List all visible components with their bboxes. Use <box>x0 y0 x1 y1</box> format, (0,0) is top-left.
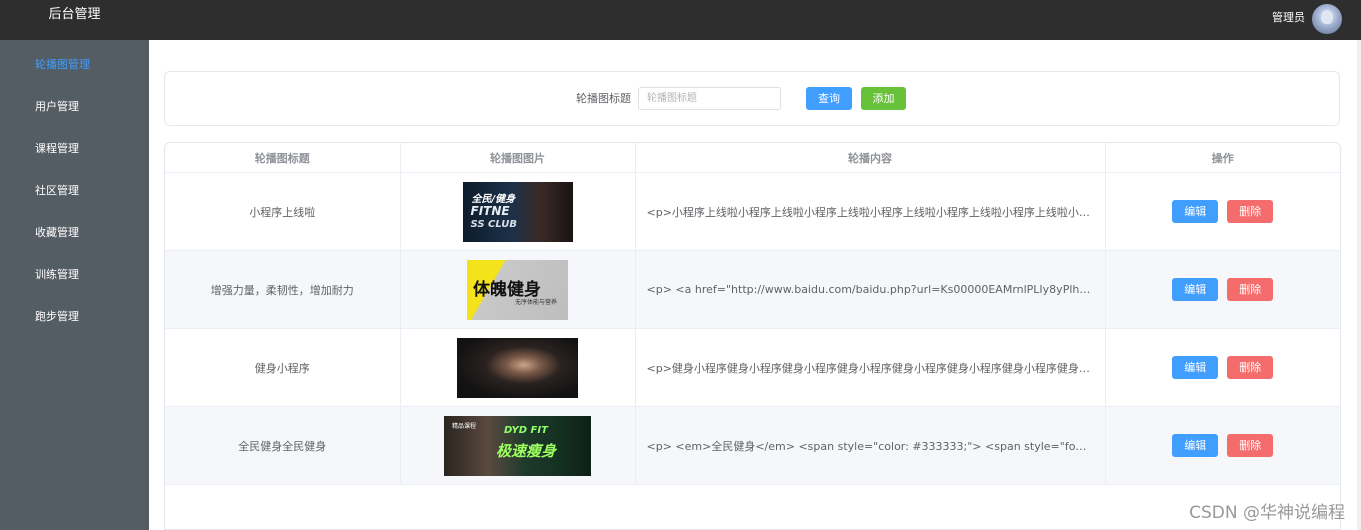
banner-image: 体魄健身 无序体能与营养 <box>467 259 568 320</box>
edit-button[interactable]: 编辑 <box>1172 356 1219 379</box>
table-header-row: 轮播图标题 轮播图图片 轮播内容 操作 <box>165 143 1340 173</box>
watermark: CSDN @华神说编程 <box>1189 503 1345 523</box>
query-button[interactable]: 查询 <box>806 87 852 110</box>
avatar[interactable] <box>1312 4 1342 34</box>
banner-image-text: 全民/健身 <box>471 193 516 205</box>
search-input[interactable] <box>638 87 781 110</box>
banner-table: 轮播图标题 轮播图图片 轮播内容 操作 小程序上线啦 全民/健身 FITNE S… <box>164 142 1341 530</box>
table-row: 增强力量，柔韧性，增加耐力 体魄健身 无序体能与营养 <p> <a href="… <box>165 250 1340 329</box>
row-content: <p>小程序上线啦小程序上线啦小程序上线啦小程序上线啦小程序上线啦小程序上线啦小… <box>635 172 1106 251</box>
table-row: 全民健身全民健身 精品课程 DYD FIT 极速瘦身 <p> <em>全民健身<… <box>165 406 1340 485</box>
sidebar-item-users[interactable]: 用户管理 <box>35 100 79 114</box>
sidebar-item-courses[interactable]: 课程管理 <box>35 142 79 156</box>
row-actions: 编辑 删除 <box>1105 172 1340 251</box>
banner-image-text: DYD FIT <box>504 424 548 436</box>
row-title: 全民健身全民健身 <box>165 406 401 485</box>
scrollbar[interactable] <box>1357 40 1361 530</box>
user-name[interactable]: 管理员 <box>1272 11 1305 25</box>
search-label: 轮播图标题 <box>576 92 631 105</box>
row-image-cell: 体魄健身 无序体能与营养 <box>400 250 636 329</box>
banner-image: 全民/健身 FITNE SS CLUB <box>462 181 573 242</box>
row-actions: 编辑 删除 <box>1105 250 1340 329</box>
sidebar-title: 后台管理 <box>0 0 149 40</box>
column-header-content: 轮播内容 <box>635 143 1106 173</box>
row-actions: 编辑 删除 <box>1105 328 1340 407</box>
row-content: <p>健身小程序健身小程序健身小程序健身小程序健身小程序健身小程序健身小程序健身… <box>635 328 1106 407</box>
row-image-cell: 全民/健身 FITNE SS CLUB <box>400 172 636 251</box>
table-row: 健身小程序 <p>健身小程序健身小程序健身小程序健身小程序健身小程序健身小程序健… <box>165 328 1340 407</box>
banner-image-text: FITNE <box>470 203 510 218</box>
banner-image <box>457 337 578 398</box>
edit-button[interactable]: 编辑 <box>1172 434 1219 457</box>
search-card: 轮播图标题 查询 添加 <box>164 71 1340 126</box>
delete-button[interactable]: 删除 <box>1227 434 1274 457</box>
column-header-actions: 操作 <box>1105 143 1340 173</box>
edit-button[interactable]: 编辑 <box>1172 278 1219 301</box>
banner-image-text: 精品课程 <box>452 422 477 430</box>
row-title: 小程序上线啦 <box>165 172 401 251</box>
delete-button[interactable]: 删除 <box>1227 278 1274 301</box>
column-header-image: 轮播图图片 <box>400 143 636 173</box>
sidebar-item-running[interactable]: 跑步管理 <box>35 310 79 324</box>
column-header-title: 轮播图标题 <box>165 143 401 173</box>
banner-image: 精品课程 DYD FIT 极速瘦身 <box>444 415 591 476</box>
row-content: <p> <a href="http://www.baidu.com/baidu.… <box>635 250 1106 329</box>
row-actions: 编辑 删除 <box>1105 406 1340 485</box>
delete-button[interactable]: 删除 <box>1227 356 1274 379</box>
table-row: 小程序上线啦 全民/健身 FITNE SS CLUB <p>小程序上线啦小程序上… <box>165 172 1340 251</box>
row-title: 健身小程序 <box>165 328 401 407</box>
add-button[interactable]: 添加 <box>861 87 906 110</box>
sidebar: 后台管理 轮播图管理 用户管理 课程管理 社区管理 收藏管理 训练管理 跑步管理 <box>0 0 149 530</box>
top-bar: 管理员 <box>149 0 1361 40</box>
banner-image-text: 无序体能与营养 <box>515 298 558 306</box>
sidebar-item-training[interactable]: 训练管理 <box>35 268 79 282</box>
banner-image-text: 极速瘦身 <box>496 441 557 460</box>
row-image-cell: 精品课程 DYD FIT 极速瘦身 <box>400 406 636 485</box>
sidebar-item-banner[interactable]: 轮播图管理 <box>35 58 90 72</box>
sidebar-item-community[interactable]: 社区管理 <box>35 184 79 198</box>
row-title: 增强力量，柔韧性，增加耐力 <box>165 250 401 329</box>
banner-image-text: SS CLUB <box>470 218 517 230</box>
edit-button[interactable]: 编辑 <box>1172 200 1219 223</box>
delete-button[interactable]: 删除 <box>1227 200 1274 223</box>
row-image-cell <box>400 328 636 407</box>
sidebar-item-favorites[interactable]: 收藏管理 <box>35 226 79 240</box>
row-content: <p> <em>全民健身</em> <span style="color: #3… <box>635 406 1106 485</box>
